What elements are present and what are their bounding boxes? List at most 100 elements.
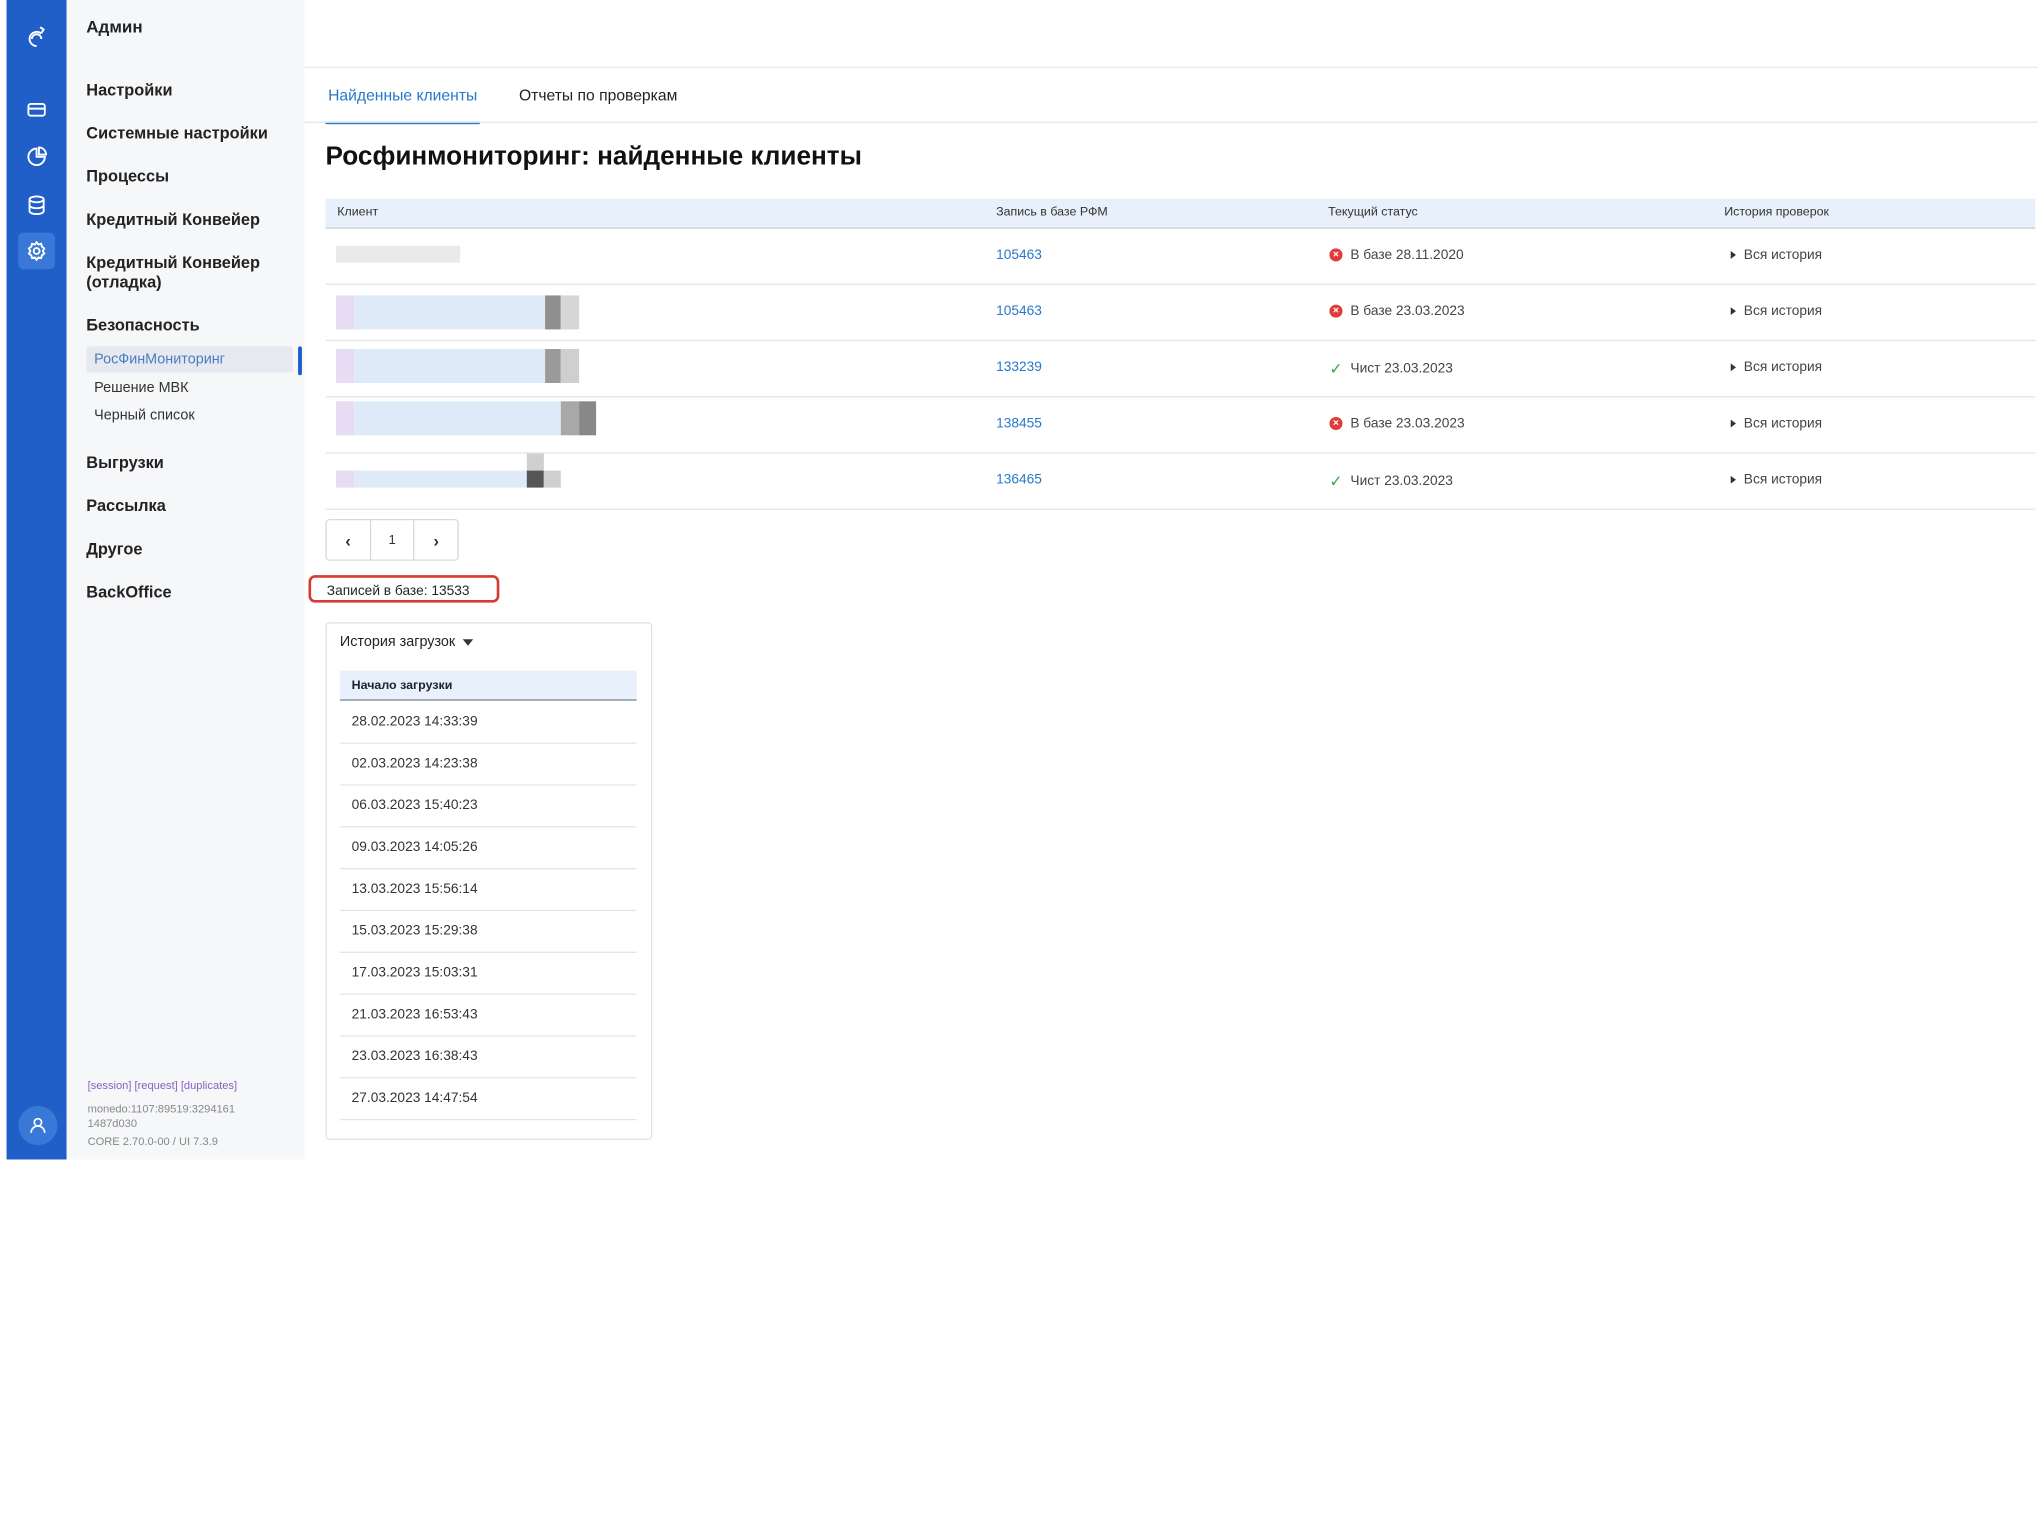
list-item: 06.03.2023 15:40:23 (339, 786, 637, 828)
upload-history-panel: История загрузок Начало загрузки 28.02.2… (325, 622, 653, 1140)
settings-icon[interactable] (18, 232, 55, 270)
upload-history-list: 28.02.2023 14:33:39 02.03.2023 14:23:38 … (339, 702, 637, 1121)
status-text: В базе 23.03.2023 (1350, 303, 1465, 319)
sidebar-item-security[interactable]: Безопасность (86, 316, 302, 336)
client-name-redacted (335, 453, 561, 488)
upload-history-title: История загрузок (339, 633, 456, 650)
sidebar: Админ Настройки Системные настройки Проц… (66, 0, 305, 1160)
clients-table: Клиент Запись в базе РФМ Текущий статус … (325, 198, 2036, 510)
card-icon[interactable] (18, 92, 55, 129)
rfm-record-link[interactable]: 105463 (996, 303, 1042, 319)
column-header-history[interactable]: История проверок (1724, 205, 1829, 219)
expand-icon (1730, 250, 1736, 259)
history-toggle[interactable]: Вся история (1730, 303, 1823, 319)
column-header-rfm-record[interactable]: Запись в базе РФМ (996, 205, 1108, 219)
rfm-record-link[interactable]: 105463 (996, 247, 1042, 263)
check-icon: ✓ (1329, 359, 1343, 378)
column-header-status[interactable]: Текущий статус (1328, 205, 1418, 219)
header-divider (304, 66, 2038, 68)
status-cell: × В базе 28.11.2020 (1329, 247, 1464, 263)
column-header-client[interactable]: Клиент (337, 205, 378, 219)
list-item: 27.03.2023 14:47:54 (339, 1078, 637, 1121)
sidebar-item-mailing[interactable]: Рассылка (86, 497, 302, 517)
rfm-record-link[interactable]: 138455 (996, 416, 1042, 432)
table-row: 138455 × В базе 23.03.2023 Вся история (325, 397, 2036, 454)
check-icon: ✓ (1329, 471, 1343, 491)
status-text: Чист 23.03.2023 (1350, 360, 1453, 377)
tab-check-reports[interactable]: Отчеты по проверкам (516, 78, 680, 121)
list-item: 17.03.2023 15:03:31 (339, 953, 637, 995)
pagination: ‹ 1 › (325, 518, 459, 561)
page-number-button[interactable]: 1 (371, 520, 415, 560)
sidebar-item-credit-conveyor-debug[interactable]: Кредитный Конвейер (отладка) (86, 254, 269, 293)
upload-history-toggle[interactable]: История загрузок (340, 634, 474, 650)
sidebar-subitem-blacklist[interactable]: Черный список (86, 403, 293, 429)
client-name-redacted (335, 349, 580, 384)
list-item: 13.03.2023 15:56:14 (339, 869, 637, 912)
history-toggle[interactable]: Вся история (1730, 415, 1823, 432)
list-item: 28.02.2023 14:33:39 (339, 702, 637, 744)
debug-links[interactable]: [session] [request] [duplicates] (88, 1078, 237, 1091)
status-cell: × В базе 23.03.2023 (1329, 303, 1465, 319)
sidebar-subitem-rosfinmonitoring[interactable]: РосФинМониторинг (86, 346, 293, 373)
sidebar-item-processes[interactable]: Процессы (86, 167, 302, 187)
client-name-redacted (335, 245, 461, 263)
database-icon[interactable] (18, 187, 55, 224)
sidebar-item-backoffice[interactable]: BackOffice (86, 583, 302, 603)
sidebar-item-system-settings[interactable]: Системные настройки (86, 124, 302, 144)
sidebar-item-exports[interactable]: Выгрузки (86, 454, 302, 474)
rfm-record-link[interactable]: 136465 (996, 472, 1042, 488)
sidebar-item-settings[interactable]: Настройки (86, 81, 302, 101)
history-label: Вся история (1743, 247, 1823, 263)
error-icon: × (1329, 248, 1343, 262)
session-id: monedo:1107:89519:3294161 (87, 1101, 236, 1116)
history-toggle[interactable]: Вся история (1730, 359, 1823, 376)
status-text: В базе 28.11.2020 (1350, 247, 1464, 263)
status-cell: × В базе 23.03.2023 (1329, 415, 1465, 432)
version-label: CORE 2.70.0-00 / UI 7.3.9 (87, 1134, 218, 1148)
history-label: Вся история (1743, 415, 1823, 432)
rfm-record-link[interactable]: 133239 (996, 359, 1042, 375)
session-hash: 1487d030 (87, 1116, 138, 1130)
upload-start-column-header: Начало загрузки (339, 670, 637, 701)
table-row: 133239 ✓ Чист 23.03.2023 Вся история (325, 341, 2036, 398)
history-label: Вся история (1743, 359, 1823, 376)
expand-icon (1730, 363, 1736, 372)
status-text: В базе 23.03.2023 (1350, 415, 1465, 432)
records-count: Записей в базе: 13533 (308, 575, 500, 603)
table-header: Клиент Запись в базе РФМ Текущий статус … (325, 198, 2036, 229)
status-text: Чист 23.03.2023 (1350, 473, 1453, 489)
active-indicator (298, 346, 302, 376)
pie-chart-icon[interactable] (18, 139, 55, 176)
expand-icon (1730, 307, 1736, 316)
caret-down-icon (463, 638, 474, 646)
history-label: Вся история (1743, 471, 1823, 488)
expand-icon (1730, 419, 1736, 428)
sidebar-subitem-mvk-decision[interactable]: Решение МВК (86, 375, 293, 401)
list-item: 23.03.2023 16:38:43 (339, 1037, 637, 1079)
tab-found-clients[interactable]: Найденные клиенты (325, 78, 480, 125)
sidebar-item-credit-conveyor[interactable]: Кредитный Конвейер (86, 210, 302, 230)
list-item: 15.03.2023 15:29:38 (339, 911, 637, 953)
history-toggle[interactable]: Вся история (1730, 471, 1823, 488)
table-row: 105463 × В базе 28.11.2020 Вся история (325, 229, 2036, 285)
error-icon: × (1329, 304, 1343, 318)
table-row: 136465 ✓ Чист 23.03.2023 Вся история (325, 453, 2036, 510)
status-cell: ✓ Чист 23.03.2023 (1329, 472, 1452, 490)
list-item: 02.03.2023 14:23:38 (339, 744, 637, 786)
list-item: 09.03.2023 14:05:26 (339, 827, 637, 870)
error-icon: × (1329, 416, 1343, 431)
list-item: 21.03.2023 16:53:43 (339, 995, 637, 1037)
prev-page-button[interactable]: ‹ (327, 520, 371, 560)
history-toggle[interactable]: Вся история (1730, 247, 1823, 263)
user-icon[interactable] (18, 1105, 58, 1146)
next-page-button[interactable]: › (415, 520, 458, 559)
table-row: 105463 × В базе 23.03.2023 Вся история (325, 285, 2036, 342)
history-label: Вся история (1743, 303, 1823, 319)
client-name-redacted (335, 401, 597, 436)
client-name-redacted (335, 295, 580, 330)
sidebar-item-other[interactable]: Другое (86, 540, 302, 560)
expand-icon (1730, 475, 1736, 484)
icon-rail (6, 0, 67, 1160)
logo-icon[interactable] (18, 18, 55, 55)
